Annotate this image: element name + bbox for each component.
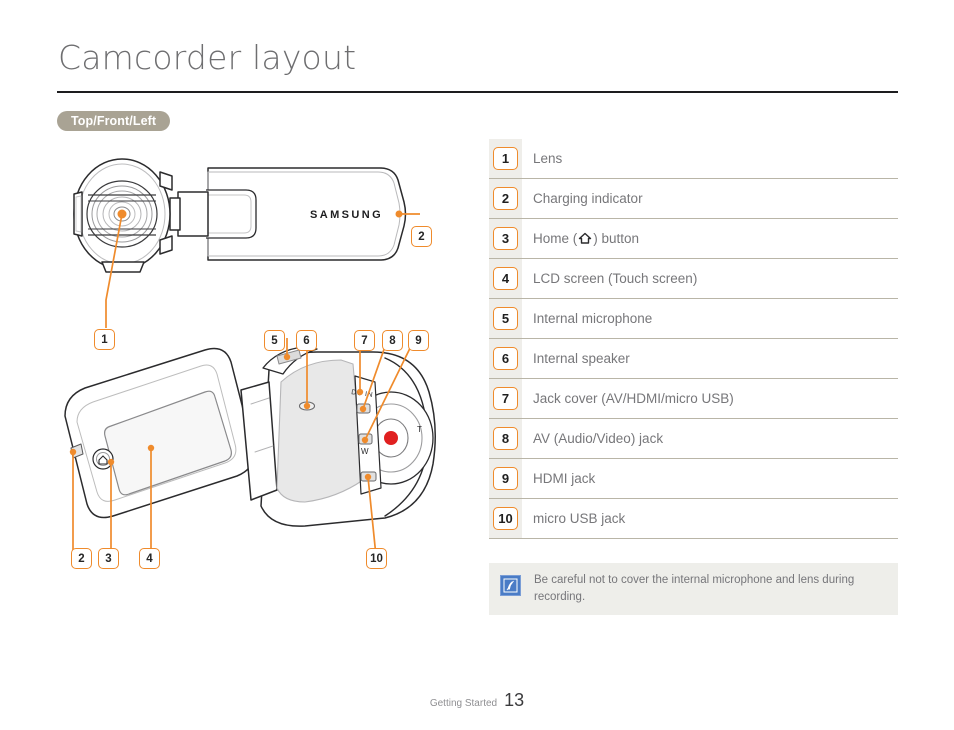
callout-6: 6 — [296, 330, 317, 351]
title-divider — [57, 91, 898, 93]
camcorder-front-illustration: SAMSUNG — [60, 150, 480, 350]
part-number-badge: 10 — [493, 507, 518, 530]
footer-page-number: 13 — [504, 690, 525, 710]
parts-list-row-6: 6 Internal speaker — [489, 339, 898, 379]
part-label: Lens — [533, 151, 563, 166]
part-number-badge: 4 — [493, 267, 518, 290]
callout-1: 1 — [94, 329, 115, 350]
note-callout: Be careful not to cover the internal mic… — [489, 563, 898, 615]
svg-text:W: W — [361, 447, 369, 456]
brand-wordmark: SAMSUNG — [310, 209, 383, 221]
parts-list-row-3: 3 Home ( ) button — [489, 219, 898, 259]
part-label: HDMI jack — [533, 471, 596, 486]
part-number-badge: 3 — [493, 227, 518, 250]
parts-list-row-7: 7 Jack cover (AV/HDMI/micro USB) — [489, 379, 898, 419]
part-label-suffix: ) button — [593, 231, 640, 246]
callout-7: 7 — [354, 330, 375, 351]
part-label: Home ( ) button — [533, 219, 898, 258]
part-label: AV (Audio/Video) jack — [533, 431, 664, 446]
parts-list-row-10: 10 micro USB jack — [489, 499, 898, 539]
part-label: Jack cover (AV/HDMI/micro USB) — [533, 391, 734, 406]
part-number-badge: 7 — [493, 387, 518, 410]
part-label: Internal microphone — [533, 311, 653, 326]
svg-text:T: T — [417, 425, 422, 434]
parts-list-row-9: 9 HDMI jack — [489, 459, 898, 499]
callout-2-front: 2 — [411, 226, 432, 247]
record-button-dot — [384, 431, 398, 445]
callout-dot-2 — [395, 210, 403, 218]
part-number-badge: 6 — [493, 347, 518, 370]
part-label: Charging indicator — [533, 191, 643, 206]
parts-list-row-1: 1 Lens — [489, 139, 898, 179]
callout-dot-1 — [117, 209, 127, 219]
parts-list-row-8: 8 AV (Audio/Video) jack — [489, 419, 898, 459]
note-text: Be careful not to cover the internal mic… — [534, 574, 855, 603]
callout-9: 9 — [408, 330, 429, 351]
part-label: Internal speaker — [533, 351, 630, 366]
part-number-badge: 2 — [493, 187, 518, 210]
parts-list-row-2: 2 Charging indicator — [489, 179, 898, 219]
parts-list: 1 Lens 2 Charging indicator 3 Home ( ) b… — [489, 139, 898, 539]
part-label: micro USB jack — [533, 511, 626, 526]
callout-5: 5 — [264, 330, 285, 351]
section-badge: Top/Front/Left — [57, 111, 171, 131]
parts-list-row-4: 4 LCD screen (Touch screen) — [489, 259, 898, 299]
home-icon — [578, 232, 592, 245]
callout-2-rear: 2 — [71, 548, 92, 569]
callout-4: 4 — [139, 548, 160, 569]
note-pen-icon — [500, 575, 521, 596]
part-number-badge: 8 — [493, 427, 518, 450]
page-footer: Getting Started 13 — [0, 690, 954, 711]
part-label: LCD screen (Touch screen) — [533, 271, 698, 286]
callout-3: 3 — [98, 548, 119, 569]
page-title: Camcorder layout — [58, 38, 357, 77]
part-number-badge: 5 — [493, 307, 518, 330]
callout-10: 10 — [366, 548, 387, 569]
part-number-badge: 9 — [493, 467, 518, 490]
callout-8: 8 — [382, 330, 403, 351]
camcorder-open-illustration: T W DC IN — [55, 330, 475, 575]
footer-section-label: Getting Started — [429, 698, 498, 709]
part-number-badge: 1 — [493, 147, 518, 170]
parts-list-row-5: 5 Internal microphone — [489, 299, 898, 339]
manual-page: Camcorder layout Top/Front/Left SAMSUNG … — [0, 0, 954, 730]
part-label-prefix: Home ( — [533, 231, 578, 246]
